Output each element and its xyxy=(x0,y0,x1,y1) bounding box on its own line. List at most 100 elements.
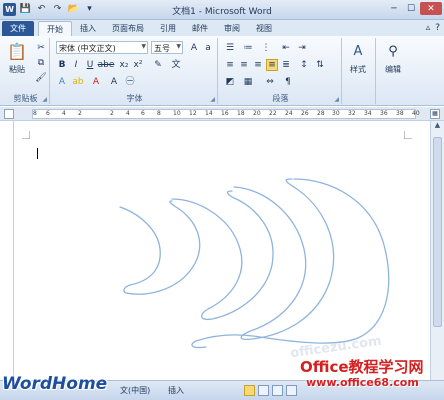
tab-view[interactable]: 视图 xyxy=(248,21,280,36)
tab-home[interactable]: 开始 xyxy=(38,21,72,36)
tab-references[interactable]: 引用 xyxy=(152,21,184,36)
ribbon-home: 📋 粘贴 ✂ ⧉ 🖌 剪贴板 ◢ 宋体 (中文正文) ▼ 五号 ▼ A a B … xyxy=(0,36,444,106)
shading-icon[interactable]: ◩ xyxy=(224,76,236,88)
outline-view-icon[interactable] xyxy=(286,385,297,396)
show-marks-icon[interactable]: ¶ xyxy=(282,76,294,88)
group-clipboard: 📋 粘贴 ✂ ⧉ 🖌 剪贴板 ◢ xyxy=(2,38,50,104)
minimize-button[interactable]: ─ xyxy=(386,2,402,15)
scroll-up-icon[interactable]: ▲ xyxy=(431,121,444,133)
clear-formatting-icon[interactable]: ✎ xyxy=(152,59,164,71)
decrease-indent-icon[interactable]: ⇤ xyxy=(280,42,292,54)
copy-icon[interactable]: ⧉ xyxy=(35,57,47,69)
font-name-combo[interactable]: 宋体 (中文正文) ▼ xyxy=(56,41,148,54)
ruler-number: 36 xyxy=(380,110,388,117)
enclose-characters-icon[interactable]: ㊀ xyxy=(124,76,136,88)
close-button[interactable]: ✕ xyxy=(420,2,442,15)
justify-icon[interactable]: ≡ xyxy=(266,59,278,71)
ribbon-tabs: 文件 开始 插入 页面布局 引用 邮件 审阅 视图 ▵ ? xyxy=(0,20,444,36)
italic-icon[interactable]: I xyxy=(70,59,82,71)
align-left-icon[interactable]: ≡ xyxy=(224,59,236,71)
maximize-button[interactable]: ☐ xyxy=(403,2,419,15)
ruler-number: 4 xyxy=(62,110,66,117)
font-launcher-icon[interactable]: ◢ xyxy=(210,96,215,103)
styles-button[interactable]: A 样式 xyxy=(347,40,369,75)
ruler-number: 8 xyxy=(33,110,37,117)
chevron-down-icon: ▼ xyxy=(141,43,146,50)
ruler-number: 2 xyxy=(78,110,82,117)
group-label-paragraph: 段落 xyxy=(272,94,289,103)
web-layout-view-icon[interactable] xyxy=(272,385,283,396)
editing-label: 编辑 xyxy=(385,65,401,74)
align-center-icon[interactable]: ≡ xyxy=(238,59,250,71)
horizontal-ruler[interactable]: 8 6 4 2 2 4 6 8 10 12 14 16 18 20 22 24 26 28 30 32 34 36 38 40 xyxy=(32,109,420,119)
borders-icon[interactable]: ▦ xyxy=(242,76,254,88)
ruler-number: 40 xyxy=(412,110,420,117)
clipboard-launcher-icon[interactable]: ◢ xyxy=(42,96,47,103)
font-size-value: 五号 xyxy=(154,44,170,53)
tab-page-layout[interactable]: 页面布局 xyxy=(104,21,152,36)
editing-button[interactable]: ⚲ 编辑 xyxy=(382,40,404,75)
tab-review[interactable]: 审阅 xyxy=(216,21,248,36)
freehand-stroke xyxy=(233,178,335,341)
freehand-stroke xyxy=(191,178,390,349)
tab-file[interactable]: 文件 xyxy=(2,21,34,36)
distributed-icon[interactable]: ≣ xyxy=(280,59,292,71)
increase-indent-icon[interactable]: ⇥ xyxy=(296,42,308,54)
horizontal-ruler-area: 8 6 4 2 2 4 6 8 10 12 14 16 18 20 22 24 26 28 30 32 34 36 38 40… xyxy=(0,107,444,121)
ruler-number: 32 xyxy=(348,110,356,117)
shrink-font-icon[interactable]: a xyxy=(202,42,214,54)
sort-icon[interactable]: ⇅ xyxy=(314,59,326,71)
group-font: 宋体 (中文正文) ▼ 五号 ▼ A a B I U abe x₂ x² ✎ 文… xyxy=(52,38,218,104)
ruler-number: 14 xyxy=(205,110,213,117)
superscript-icon[interactable]: x² xyxy=(132,59,144,71)
wordhome-watermark: WordHome xyxy=(2,374,108,394)
align-right-icon[interactable]: ≡ xyxy=(252,59,264,71)
ruler-number: 6 xyxy=(46,110,50,117)
tab-selector[interactable] xyxy=(4,109,14,119)
ruler-number: 26 xyxy=(301,110,309,117)
view-ruler-icon[interactable]: ▦ xyxy=(430,109,440,119)
font-color-icon[interactable]: A xyxy=(90,76,102,88)
ruler-number: 28 xyxy=(317,110,325,117)
insert-mode-status[interactable]: 插入 xyxy=(168,385,184,396)
tab-mailings[interactable]: 邮件 xyxy=(184,21,216,36)
underline-icon[interactable]: U xyxy=(84,59,96,71)
multilevel-list-icon[interactable]: ⋮ xyxy=(260,42,272,54)
tab-insert[interactable]: 插入 xyxy=(72,21,104,36)
ruler-number: 8 xyxy=(157,110,161,117)
cut-icon[interactable]: ✂ xyxy=(35,42,47,54)
grow-font-icon[interactable]: A xyxy=(188,42,200,54)
bold-icon[interactable]: B xyxy=(56,59,68,71)
paragraph-launcher-icon[interactable]: ◢ xyxy=(334,96,339,103)
numbering-icon[interactable]: ≔ xyxy=(242,42,254,54)
styles-label: 样式 xyxy=(350,65,366,74)
subscript-icon[interactable]: x₂ xyxy=(118,59,130,71)
minimize-ribbon-icon[interactable]: ▵ xyxy=(426,23,431,33)
freehand-stroke xyxy=(171,190,274,321)
group-label-font: 字体 xyxy=(126,94,143,103)
ruler-number: 4 xyxy=(126,110,130,117)
help-icon[interactable]: ? xyxy=(435,23,440,33)
full-screen-view-icon[interactable] xyxy=(258,385,269,396)
chinese-layout-icon[interactable]: ⇔ xyxy=(264,76,276,88)
format-painter-icon[interactable]: 🖌 xyxy=(35,72,47,84)
ruler-number: 2 xyxy=(110,110,114,117)
character-shading-icon[interactable]: A xyxy=(108,76,120,88)
scroll-thumb[interactable] xyxy=(433,137,442,327)
strikethrough-icon[interactable]: abe xyxy=(98,59,115,71)
group-styles: A 样式 xyxy=(344,38,376,104)
vertical-scrollbar[interactable]: ▲ xyxy=(430,121,444,380)
highlight-icon[interactable]: ab xyxy=(72,76,84,88)
font-size-combo[interactable]: 五号 ▼ xyxy=(151,41,183,54)
phonetic-guide-icon[interactable]: 文 xyxy=(170,59,182,71)
paste-button[interactable]: 📋 粘贴 xyxy=(6,40,28,75)
print-layout-view-icon[interactable] xyxy=(244,385,255,396)
language-status[interactable]: 文(中国) xyxy=(120,385,150,396)
ruler-number: 22 xyxy=(269,110,277,117)
ruler-number: 10 xyxy=(173,110,181,117)
text-effects-icon[interactable]: A xyxy=(56,76,68,88)
group-editing: ⚲ 编辑 xyxy=(378,38,412,104)
line-spacing-icon[interactable]: ↕ xyxy=(298,59,310,71)
bullets-icon[interactable]: ☰ xyxy=(224,42,236,54)
ruler-number: 16 xyxy=(221,110,229,117)
